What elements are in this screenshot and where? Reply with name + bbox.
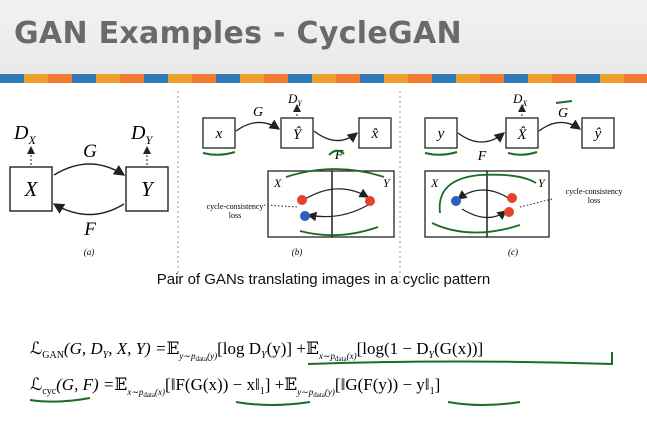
input-y-label: y bbox=[436, 126, 445, 142]
equations: ℒGAN(G, DY, X, Y) =𝔼y∼pdata(y)[log DY(y)… bbox=[29, 339, 613, 406]
color-stripe bbox=[0, 74, 647, 83]
forward-curve bbox=[461, 208, 507, 220]
input-x-label: x bbox=[215, 126, 223, 142]
stripe-segment bbox=[192, 74, 216, 83]
generated-x-label: X̂ bbox=[516, 127, 527, 143]
annotation-mark bbox=[555, 100, 573, 104]
annotation-underline bbox=[29, 397, 91, 403]
annotation-underline bbox=[235, 401, 311, 406]
mapping-g-arrow bbox=[538, 119, 582, 132]
forward-curve bbox=[301, 188, 370, 202]
cycle-loss-equation: ℒcyc(G, F) =𝔼x∼pdata(x)[‖F(G(x)) − x‖1] … bbox=[29, 375, 521, 406]
annotation-underline bbox=[202, 151, 236, 156]
stripe-segment bbox=[624, 74, 647, 83]
gan-loss-equation: ℒGAN(G, DY, X, Y) =𝔼y∼pdata(y)[log DY(y)… bbox=[30, 339, 613, 366]
point-red bbox=[365, 196, 375, 206]
stripe-segment bbox=[240, 74, 264, 83]
stripe-segment bbox=[312, 74, 336, 83]
stripe-segment bbox=[168, 74, 192, 83]
stripe-segment bbox=[264, 74, 288, 83]
loss-pointer bbox=[263, 204, 299, 208]
stripe-segment bbox=[384, 74, 408, 83]
annotation-strokes bbox=[431, 173, 537, 234]
discriminator-label: DY bbox=[287, 91, 303, 108]
stripe-segment bbox=[600, 74, 624, 83]
stripe-segment bbox=[96, 74, 120, 83]
point-red bbox=[507, 193, 517, 203]
slide-title: GAN Examples - CycleGAN bbox=[14, 16, 462, 51]
point-red bbox=[504, 207, 514, 217]
gan-loss-text: ℒGAN(G, DY, X, Y) =𝔼y∼pdata(y)[log DY(y)… bbox=[30, 339, 483, 363]
stripe-segment bbox=[288, 74, 312, 83]
domain-y-label: Y bbox=[538, 176, 546, 190]
stripe-segment bbox=[576, 74, 600, 83]
stripe-segment bbox=[72, 74, 96, 83]
stripe-segment bbox=[216, 74, 240, 83]
stripe-segment bbox=[504, 74, 528, 83]
mapping-g-arrow bbox=[53, 163, 126, 176]
mapping-g-arrow bbox=[235, 119, 281, 132]
domain-x-label: X bbox=[430, 176, 439, 190]
backward-curve bbox=[306, 204, 369, 222]
generated-y-label: Ŷ bbox=[293, 126, 303, 143]
cycle-loss-text: ℒcyc(G, F) =𝔼x∼pdata(x)[‖F(G(x)) − x‖1] … bbox=[30, 375, 440, 399]
stripe-segment bbox=[480, 74, 504, 83]
mapping-f-arrow bbox=[313, 130, 359, 143]
stripe-segment bbox=[456, 74, 480, 83]
stripe-segment bbox=[432, 74, 456, 83]
domain-y-label: Y bbox=[383, 176, 391, 190]
panel-b-sublabel: (b) bbox=[292, 247, 303, 257]
panel-c-sublabel: (c) bbox=[508, 247, 518, 257]
mapping-g-label: G bbox=[253, 105, 263, 120]
stripe-segment bbox=[48, 74, 72, 83]
stripe-segment bbox=[336, 74, 360, 83]
panel-a: X Y G F DX DY (a) bbox=[9, 122, 169, 257]
slide-header: GAN Examples - CycleGAN bbox=[0, 0, 647, 74]
figure-caption: Pair of GANs translating images in a cyc… bbox=[156, 271, 491, 288]
discriminator-x-label: DX bbox=[13, 122, 36, 147]
loss-label-line2: loss bbox=[229, 211, 241, 220]
backward-curve bbox=[457, 189, 511, 200]
domain-y-label: Y bbox=[141, 177, 155, 201]
stripe-segment bbox=[552, 74, 576, 83]
panel-b: x Ŷ x̂ G F DY X Y cycle-consistency loss… bbox=[202, 91, 395, 257]
stripe-segment bbox=[120, 74, 144, 83]
point-blue bbox=[300, 211, 310, 221]
discriminator-y-label: DY bbox=[130, 122, 153, 147]
stripe-graphic bbox=[0, 74, 647, 83]
loss-label-line1: cycle-consistency bbox=[207, 202, 264, 211]
mapping-g-label: G bbox=[558, 106, 568, 121]
mapping-f-label: F bbox=[477, 149, 487, 164]
point-blue bbox=[451, 196, 461, 206]
domain-x-label: X bbox=[24, 177, 39, 201]
stripe-segment bbox=[0, 74, 24, 83]
mapping-f-arrow bbox=[52, 203, 125, 216]
recon-x-label: x̂ bbox=[371, 126, 379, 142]
loss-pointer bbox=[519, 198, 553, 208]
stripe-segment bbox=[528, 74, 552, 83]
mapping-g-label: G bbox=[83, 141, 97, 162]
annotation-underline bbox=[447, 401, 521, 406]
stripe-segment bbox=[360, 74, 384, 83]
panel-a-sublabel: (a) bbox=[84, 247, 95, 257]
stripe-segment bbox=[408, 74, 432, 83]
stripe-segment bbox=[144, 74, 168, 83]
point-red bbox=[297, 195, 307, 205]
annotation-underline bbox=[507, 151, 538, 156]
panel-c: y X̂ ŷ F G DX X Y cycle-consistency loss… bbox=[424, 91, 623, 257]
mapping-f-label: F bbox=[83, 219, 96, 240]
domain-x-label: X bbox=[273, 176, 282, 190]
annotation-underline bbox=[424, 151, 458, 156]
loss-label-line2: loss bbox=[588, 196, 600, 205]
cyclegan-figure: X Y G F DX DY (a) x Ŷ x̂ G F DY X Y cycl… bbox=[9, 91, 623, 283]
mapping-f-arrow bbox=[457, 132, 506, 143]
recon-y-label: ŷ bbox=[593, 126, 602, 142]
stripe-segment bbox=[24, 74, 48, 83]
discriminator-label: DX bbox=[512, 91, 528, 108]
loss-label-line1: cycle-consistency bbox=[566, 187, 623, 196]
